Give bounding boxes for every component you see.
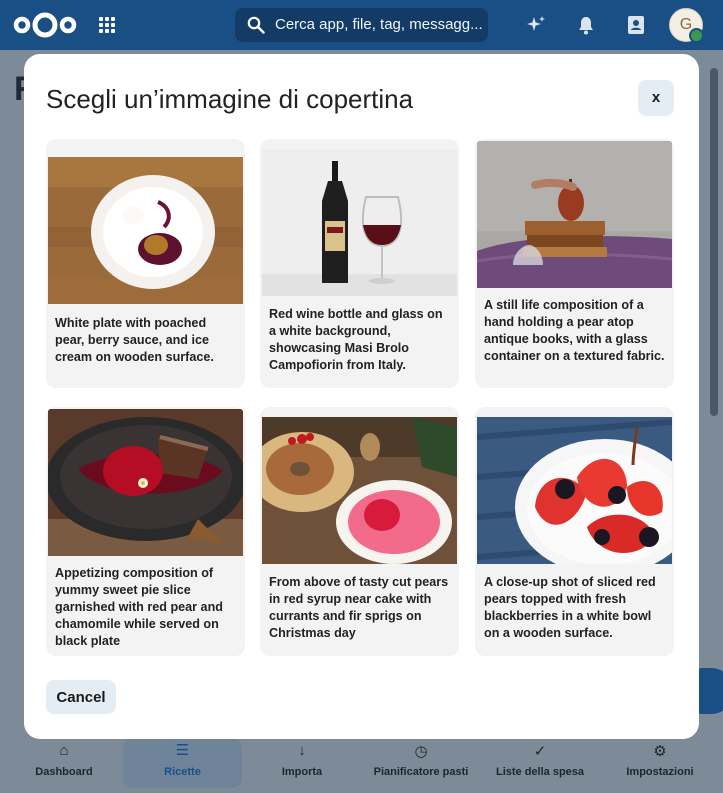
- nav-item-importa[interactable]: ↓ Importa: [254, 730, 350, 793]
- nav-label: Liste della spesa: [495, 766, 585, 778]
- home-icon: ⌂: [59, 742, 69, 759]
- image-caption: From above of tasty cut pears in red syr…: [269, 575, 449, 640]
- image-option-card[interactable]: White plate with poached pear, berry sau…: [46, 139, 245, 388]
- search-icon: [247, 16, 265, 34]
- image-thumbnail: [48, 157, 243, 304]
- image-option-card[interactable]: Appetizing composition of yummy sweet pi…: [46, 407, 245, 656]
- user-avatar[interactable]: G: [669, 8, 704, 43]
- apps-grid-icon[interactable]: [97, 15, 117, 35]
- top-header: Cerca app, file, tag, messagg... G: [0, 0, 723, 50]
- image-thumbnail: [262, 417, 457, 564]
- bottom-navigation: ⌂ Dashboard ☰ Ricette ↓ Importa ◷ Pianif…: [0, 730, 723, 793]
- image-caption: A close-up shot of sliced red pears topp…: [484, 575, 656, 640]
- image-option-card[interactable]: A close-up shot of sliced red pears topp…: [475, 407, 674, 656]
- unified-search[interactable]: Cerca app, file, tag, messagg...: [235, 8, 488, 42]
- nav-item-ricette[interactable]: ☰ Ricette: [123, 738, 242, 788]
- image-option-card[interactable]: A still life composition of a hand holdi…: [475, 139, 674, 388]
- online-status-icon: [689, 28, 704, 43]
- image-caption: White plate with poached pear, berry sau…: [55, 316, 214, 364]
- dialog-title: Scegli un’immagine di copertina: [46, 84, 414, 114]
- image-caption: A still life composition of a hand holdi…: [484, 298, 665, 363]
- nav-item-pianificatore-pasti[interactable]: ◷ Pianificatore pasti: [366, 730, 476, 793]
- nav-item-liste-della-spesa[interactable]: ✓ Liste della spesa: [490, 730, 590, 793]
- nav-item-dashboard[interactable]: ⌂ Dashboard: [16, 730, 112, 793]
- image-thumbnail: [262, 149, 457, 296]
- cover-image-dialog: Scegli un’immagine di copertina x White …: [24, 54, 699, 739]
- clock-icon: ◷: [414, 743, 428, 760]
- nav-label: Impostazioni: [626, 766, 694, 778]
- cancel-button[interactable]: Cancel: [46, 680, 116, 714]
- close-button[interactable]: x: [638, 80, 674, 116]
- image-option-card[interactable]: From above of tasty cut pears in red syr…: [260, 407, 459, 656]
- nav-item-impostazioni[interactable]: ⚙ Impostazioni: [614, 730, 706, 793]
- image-thumbnail: [477, 141, 672, 288]
- page-scrollbar[interactable]: [710, 68, 718, 416]
- image-thumbnail: [477, 417, 672, 564]
- nav-label: Dashboard: [35, 766, 93, 778]
- search-placeholder: Cerca app, file, tag, messagg...: [275, 16, 483, 33]
- nav-label: Pianificatore pasti: [373, 766, 469, 778]
- nav-label: Importa: [281, 766, 323, 778]
- image-option-card[interactable]: Red wine bottle and glass on a white bac…: [260, 139, 459, 388]
- list-icon: ☰: [175, 742, 190, 759]
- notifications-bell-icon[interactable]: [575, 14, 597, 36]
- gear-icon: ⚙: [653, 743, 667, 760]
- check-icon: ✓: [533, 743, 547, 760]
- nav-label: Ricette: [164, 766, 201, 778]
- assistant-sparkle-icon[interactable]: [525, 14, 547, 36]
- import-icon: ↓: [298, 742, 306, 759]
- image-caption: Red wine bottle and glass on a white bac…: [269, 307, 443, 372]
- image-caption: Appetizing composition of yummy sweet pi…: [55, 566, 223, 648]
- contacts-icon[interactable]: [625, 14, 647, 36]
- image-thumbnail: [48, 409, 243, 556]
- nextcloud-logo[interactable]: [13, 10, 77, 40]
